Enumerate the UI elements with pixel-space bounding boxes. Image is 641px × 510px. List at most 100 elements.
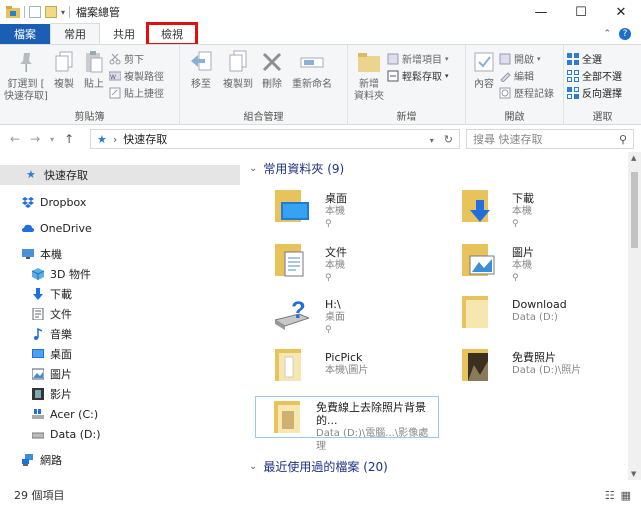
new-item-label: 新增項目 [402,55,442,66]
desktop-folder-icon [275,190,309,222]
sidebar-item-drive-d[interactable]: Data (D:) [32,424,101,444]
new-folder-label: 新增 [359,79,379,90]
drive-tile-h[interactable]: ? H:\ 桌面 ⚲ [253,292,433,338]
pin-icon: ⚲ [325,325,332,335]
tab-view[interactable]: 檢視 [146,22,198,46]
scroll-down-icon[interactable]: ▼ [631,470,636,478]
quick-access-toolbar: ▾ [0,0,71,24]
address-box[interactable]: ★ › 快速存取 ▾ ↻ [90,129,460,149]
select-none-label: 全部不選 [582,72,622,83]
tile-location: 桌面 [325,312,345,323]
sidebar-item-label: Data (D:) [50,427,101,441]
pin-label: 釘選到 [ [7,79,45,90]
chevron-down-icon[interactable]: ▾ [430,133,434,146]
sidebar-item-drive-c[interactable]: Acer (C:) [32,404,98,424]
folder-tile-free-photos[interactable]: 免費照片 Data (D:)\照片 [440,345,620,391]
tab-share[interactable]: 共用 [100,24,148,44]
sidebar-item-dropbox[interactable]: Dropbox [22,192,86,212]
chevron-up-icon[interactable]: ⌃ [603,29,611,39]
history-button[interactable]: 歷程記錄 [499,85,554,100]
desktop-icon [32,349,44,358]
frequent-folders-header[interactable]: ⌄ 常用資料夾 (9) [249,160,344,177]
paste-shortcut-button[interactable]: 貼上捷徑 [109,85,164,100]
select-group-label: 選取 [592,112,613,123]
search-icon[interactable]: ⚲ [619,133,633,146]
open-button[interactable]: 開啟 ▾ [499,51,554,66]
scroll-up-icon[interactable]: ▲ [631,154,636,162]
folder-tile-desktop[interactable]: 桌面 本機 ⚲ [253,186,433,232]
title-bar: ▾ 檔案總管 — ☐ ✕ [0,0,641,24]
sidebar-item-quick-access[interactable]: ★ 快速存取 [0,165,240,185]
sidebar-item-documents[interactable]: 文件 [32,304,72,324]
address-path[interactable]: 快速存取 [123,131,167,147]
breadcrumb-chevron-icon[interactable]: › [113,133,117,146]
new-folder-icon[interactable] [45,6,57,18]
minimize-button[interactable]: — [521,0,561,24]
tile-name: 文件 [325,246,347,259]
up-arrow-icon[interactable]: ↑ [64,132,74,146]
star-icon: ★ [97,132,107,146]
film-icon [32,388,44,400]
search-input[interactable]: 搜尋 快速存取 ⚲ [466,129,634,149]
dropbox-icon [22,197,34,208]
refresh-icon[interactable]: ↻ [444,133,453,146]
scissors-icon [109,53,121,64]
maximize-button[interactable]: ☐ [561,0,601,24]
rename-label: 重新命名 [292,79,332,90]
navigation-bar: ← → ▾ ↑ ★ › 快速存取 ▾ ↻ 搜尋 快速存取 ⚲ [0,126,641,152]
tab-home[interactable]: 常用 [50,23,100,44]
folder-tile-remove-background[interactable]: 免費線上去除照片背景的... Data (D:)\電腦...\影像處理 [255,396,439,452]
properties-icon[interactable] [29,6,41,18]
sidebar-item-downloads[interactable]: 下載 [32,284,72,304]
download-arrow-icon [33,288,43,300]
pin-icon: ⚲ [512,273,519,283]
sidebar-item-onedrive[interactable]: OneDrive [22,218,92,238]
windows-drive-icon [32,409,44,419]
folder-tile-picpick[interactable]: PicPick 本機\圖片 [253,345,433,391]
sidebar-item-pictures[interactable]: 圖片 [32,364,72,384]
select-none-button[interactable]: 全部不選 [567,68,622,83]
copy-path-button[interactable]: W 複製路徑 [109,68,164,83]
status-bar: 29 個項目 ☷ ▦ [0,480,641,510]
close-button[interactable]: ✕ [601,0,641,24]
open-icon [499,53,511,64]
help-icon[interactable]: ? [619,28,631,40]
invert-selection-icon [567,86,579,99]
cut-button[interactable]: 剪下 [109,51,164,66]
vertical-scrollbar[interactable]: ▲ ▼ [628,152,641,480]
sidebar-item-network[interactable]: 網路 [22,450,62,470]
document-icon [32,308,44,320]
chevron-down-icon[interactable]: ▾ [61,8,65,17]
recent-files-header[interactable]: ⌄ 最近使用過的檔案 (20) [249,458,388,475]
item-count: 29 個項目 [14,489,65,502]
new-item-button[interactable]: 新增項目 ▾ [387,51,449,66]
scrollbar-thumb[interactable] [631,172,638,248]
select-all-button[interactable]: 全選 [567,51,622,66]
search-placeholder: 搜尋 快速存取 [473,133,543,146]
sidebar-item-label: OneDrive [40,221,92,235]
folder-tile-pictures[interactable]: 圖片 本機 ⚲ [440,240,620,286]
back-arrow-icon[interactable]: ← [10,132,20,146]
folder-icon [462,296,488,328]
downloads-folder-icon [462,190,490,222]
sidebar-item-videos[interactable]: 影片 [32,384,72,404]
details-view-icon[interactable]: ☷ [605,489,615,502]
folder-tile-download[interactable]: Download Data (D:) [440,292,620,338]
ribbon: 釘選到 [ 快速存取] 複製 貼上 剪下 W 複製路徑 貼上捷徑 剪貼簿 移至 複… [0,44,641,125]
edit-button[interactable]: 編輯 [499,68,554,83]
sidebar-item-3d-objects[interactable]: 3D 物件 [32,264,91,284]
invert-selection-button[interactable]: 反向選擇 [567,85,622,100]
tiles-view-icon[interactable]: ▦ [621,489,631,502]
sidebar-item-desktop[interactable]: 桌面 [32,344,72,364]
easy-access-button[interactable]: 輕鬆存取 ▾ [387,68,449,83]
sidebar-item-this-pc[interactable]: 本機 [22,244,62,264]
folder-tile-downloads[interactable]: 下載 本機 ⚲ [440,186,620,232]
recent-locations-icon[interactable]: ▾ [50,132,54,146]
sidebar-item-label: Dropbox [40,195,87,209]
sidebar-item-label: 快速存取 [44,169,88,182]
tab-file[interactable]: 檔案 [0,24,50,44]
folder-tile-documents[interactable]: 文件 本機 ⚲ [253,240,433,286]
new-folder-icon [358,53,380,72]
forward-arrow-icon[interactable]: → [30,132,40,146]
sidebar-item-music[interactable]: 音樂 [32,324,72,344]
